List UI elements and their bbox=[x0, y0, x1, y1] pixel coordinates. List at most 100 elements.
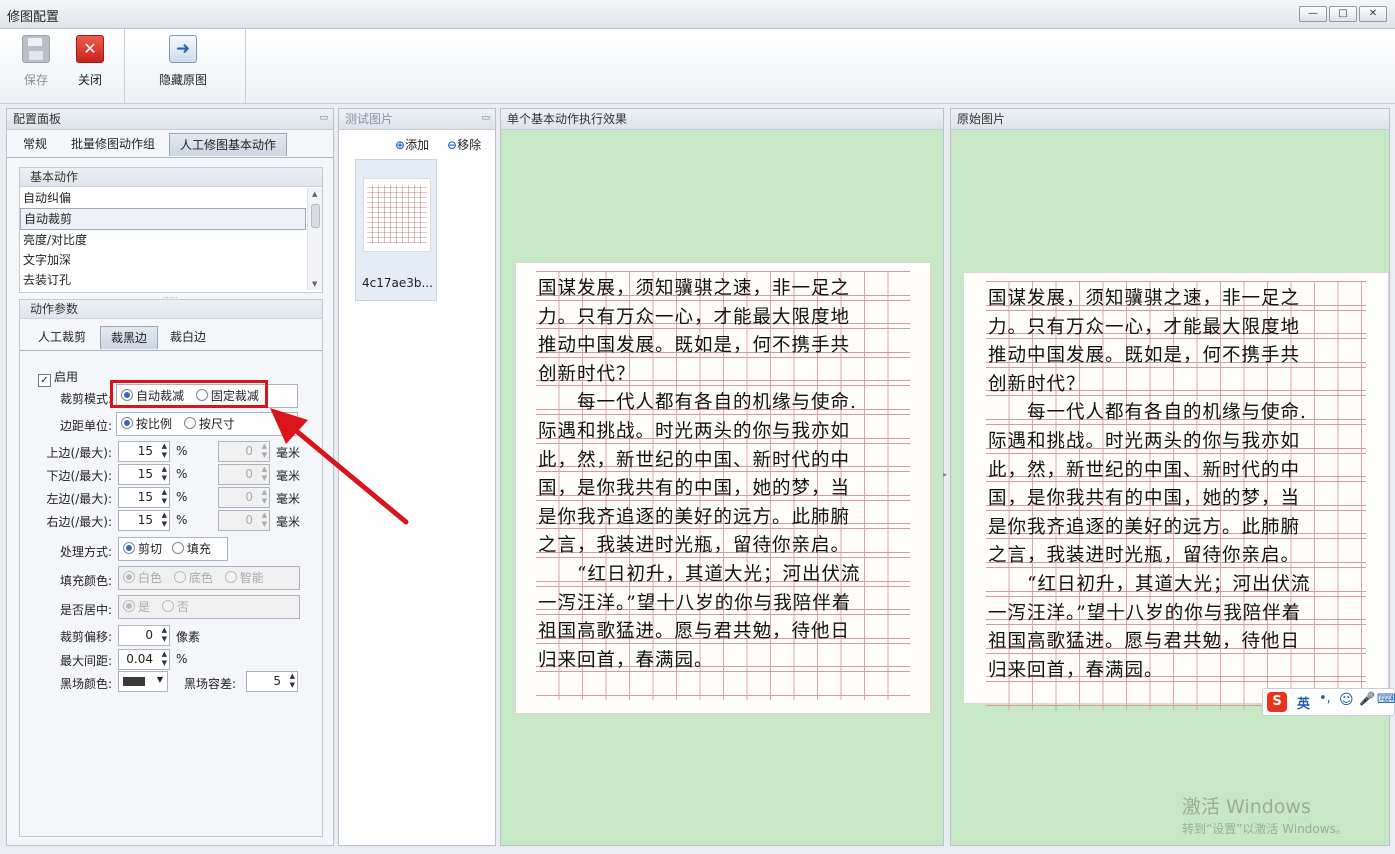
black-color-picker[interactable]: ▼ bbox=[118, 671, 168, 692]
annotation-arrow bbox=[270, 408, 409, 525]
basic-actions-list[interactable]: 自动纠偏 自动裁剪 亮度/对比度 文字加深 去装订孔 bbox=[20, 188, 306, 290]
edge-right-spinner[interactable]: 15 ▲ ▼ bbox=[118, 510, 170, 531]
radio-on-icon bbox=[123, 600, 135, 612]
add-label: 添加 bbox=[405, 138, 430, 152]
close-window-button[interactable]: ✕ bbox=[1359, 6, 1387, 22]
spinner-arrows-icon[interactable]: ▲ ▼ bbox=[162, 442, 167, 460]
tab-crop-white-edge[interactable]: 裁白边 bbox=[160, 326, 216, 348]
spinner-arrows-icon[interactable]: ▲ ▼ bbox=[162, 511, 167, 529]
result-canvas: 国谋发展，须知骥骐之速，非一足之 力。只有万众一心，才能最大限度地 推动中国发展。既… bbox=[501, 130, 943, 845]
document-text-line: 此，然，新世纪的中国、新时代的中 bbox=[988, 459, 1301, 481]
params-tabs: 人工裁剪 裁黑边 裁白边 bbox=[20, 326, 322, 351]
spinner-arrows-icon[interactable]: ▲ ▼ bbox=[290, 672, 295, 690]
list-item-remove-holes[interactable]: 去装订孔 bbox=[20, 270, 306, 290]
list-item-text-darken[interactable]: 文字加深 bbox=[20, 250, 306, 270]
sogou-icon[interactable]: S bbox=[1267, 692, 1287, 712]
scroll-up-icon[interactable]: ▲ bbox=[312, 190, 317, 198]
document-text-line: 祖国高歌猛进。愿与君共勉，待他日 bbox=[538, 621, 851, 643]
unit-size-label: 按尺寸 bbox=[198, 417, 235, 431]
edge-top-label: 上边(/最大): bbox=[46, 446, 112, 460]
hide-original-label: 隐藏原图 bbox=[158, 73, 207, 87]
thumbnail-image bbox=[363, 178, 431, 252]
scroll-thumb[interactable] bbox=[311, 204, 320, 228]
edge-left-spinner[interactable]: 15 ▲ ▼ bbox=[118, 487, 170, 508]
spinner-arrows-icon[interactable]: ▲ ▼ bbox=[162, 465, 167, 483]
minimize-button[interactable]: — bbox=[1299, 6, 1327, 22]
maximize-button[interactable]: □ bbox=[1329, 6, 1357, 22]
document-text-line: 国谋发展，须知骥骐之速，非一足之 bbox=[538, 278, 851, 299]
document-text-line: 之言，我装进时光瓶，留待你亲启。 bbox=[538, 535, 851, 557]
hide-original-button[interactable]: ➜ 隐藏原图 bbox=[150, 29, 216, 103]
edge-bottom-spinner[interactable]: 15 ▲ ▼ bbox=[118, 464, 170, 485]
process-fill-radio[interactable]: 填充 bbox=[171, 542, 211, 556]
max-gap-label: 最大间距: bbox=[59, 654, 112, 668]
basic-actions-title: 基本动作 bbox=[20, 168, 322, 187]
unit-size-radio[interactable]: 按尺寸 bbox=[183, 417, 235, 431]
ime-toolbar[interactable]: S 英 •, ☺ 🎤 ⌨ bbox=[1262, 688, 1395, 716]
enable-checkbox[interactable]: ✓ 启用 bbox=[38, 368, 78, 387]
tab-manual-basic[interactable]: 人工修图基本动作 bbox=[169, 133, 288, 156]
max-gap-spinner[interactable]: 0.04 ▲ ▼ bbox=[118, 649, 170, 670]
ime-language-label[interactable]: 英 bbox=[1297, 693, 1310, 712]
list-item-auto-deskew[interactable]: 自动纠偏 bbox=[20, 188, 306, 208]
grid-paper: 国谋发展，须知骥骐之速，非一足之 力。只有万众一心，才能最大限度地 推动中国发展。既… bbox=[986, 281, 1366, 710]
thumbnail-item[interactable]: 4c17ae3b... bbox=[355, 159, 437, 301]
tab-general[interactable]: 常规 bbox=[13, 133, 57, 155]
list-item-auto-crop[interactable]: 自动裁剪 bbox=[20, 208, 306, 230]
spinner-arrows-icon[interactable]: ▲ ▼ bbox=[162, 650, 167, 668]
radio-on-icon bbox=[121, 417, 133, 429]
center-group: 是 否 bbox=[118, 595, 300, 619]
tab-batch-actions[interactable]: 批量修图动作组 bbox=[61, 133, 165, 155]
close-button[interactable]: ✕ 关闭 bbox=[68, 29, 112, 103]
document-text-line: 创新时代？ bbox=[988, 373, 1086, 395]
radio-on-icon bbox=[123, 571, 135, 583]
save-button[interactable]: 保存 bbox=[14, 29, 58, 103]
add-icon: ⊕ bbox=[395, 138, 406, 152]
spinner-value: 15 bbox=[137, 490, 153, 504]
original-canvas: 国谋发展，须知骥骐之速，非一足之 力。只有万众一心，才能最大限度地 推动中国发展。既… bbox=[951, 130, 1389, 845]
document-text-line: 一泻汪洋。”望十八岁的你与我陪伴着 bbox=[988, 602, 1302, 624]
action-params-title: 动作参数 bbox=[20, 300, 322, 319]
scroll-down-icon[interactable]: ▼ bbox=[312, 280, 317, 288]
document-text-line: 每一代人都有各自的机缘与使命. bbox=[538, 392, 857, 414]
close-icon: ✕ bbox=[76, 35, 104, 63]
list-scrollbar[interactable]: ▲ ▼ bbox=[307, 188, 322, 290]
document-text-line: 际遇和挑战。时光两头的你与我亦如 bbox=[988, 431, 1301, 452]
radio-off-icon bbox=[173, 571, 186, 583]
process-cut-radio[interactable]: 剪切 bbox=[123, 542, 162, 556]
original-panel: 原始图片 国谋发展，须知骥骐之速，非一足之 力。只有万众一心，才能最大限度地 推动中… bbox=[950, 108, 1390, 846]
document-text-line: 国，是你我共有的中国，她的梦，当 bbox=[988, 488, 1301, 510]
tab-manual-crop[interactable]: 人工裁剪 bbox=[28, 326, 96, 348]
tab-crop-black-edge[interactable]: 裁黑边 bbox=[100, 326, 159, 349]
process-cut-label: 剪切 bbox=[138, 542, 163, 556]
unit-ratio-radio[interactable]: 按比例 bbox=[121, 417, 172, 431]
pin-icon[interactable]: ▭ bbox=[481, 113, 490, 123]
watermark-subtitle: 转到“设置”以激活 Windows。 bbox=[1182, 822, 1348, 836]
emoji-icon[interactable]: ☺ bbox=[1339, 692, 1354, 708]
remove-icon: ⊖ bbox=[447, 138, 458, 152]
pin-icon[interactable]: ▭ bbox=[319, 113, 328, 123]
keyboard-icon[interactable]: ⌨ bbox=[1377, 692, 1395, 707]
document-text-line: 国谋发展，须知骥骐之速，非一足之 bbox=[988, 288, 1301, 309]
toolbar-separator bbox=[124, 29, 125, 103]
edge-top-spinner[interactable]: 15 ▲ ▼ bbox=[118, 441, 170, 462]
original-panel-title: 原始图片 bbox=[951, 109, 1389, 130]
document-text-line: 归来回首，春满园。 bbox=[538, 649, 714, 671]
spinner-arrows-icon[interactable]: ▲ ▼ bbox=[162, 626, 167, 644]
fill-white-label: 白色 bbox=[138, 571, 163, 585]
document-text-line: 之言，我装进时光瓶，留待你亲启。 bbox=[988, 545, 1301, 567]
crop-offset-spinner[interactable]: 0 ▲ ▼ bbox=[118, 625, 170, 646]
splitter-arrow-icon[interactable]: ▸ bbox=[943, 470, 947, 479]
save-label: 保存 bbox=[23, 73, 48, 87]
process-fill-label: 填充 bbox=[186, 542, 211, 556]
microphone-icon[interactable]: 🎤 bbox=[1359, 692, 1375, 707]
action-params-group: 动作参数 人工裁剪 裁黑边 裁白边 ✓ 启用 裁剪模式: 自动裁减 固定裁减 边距… bbox=[19, 299, 323, 837]
remove-button[interactable]: ⊖移除 bbox=[447, 136, 481, 153]
add-button[interactable]: ⊕添加 bbox=[395, 136, 429, 153]
spinner-arrows-icon[interactable]: ▲ ▼ bbox=[162, 488, 167, 506]
document-text-line: “红日初升，其道大光；河出伏流 bbox=[538, 564, 861, 585]
list-item-brightness[interactable]: 亮度/对比度 bbox=[20, 230, 306, 250]
black-tolerance-spinner[interactable]: 5 ▲ ▼ bbox=[246, 671, 298, 692]
margin-unit-label: 边距单位: bbox=[59, 419, 112, 433]
punctuation-icon[interactable]: •, bbox=[1319, 691, 1331, 706]
